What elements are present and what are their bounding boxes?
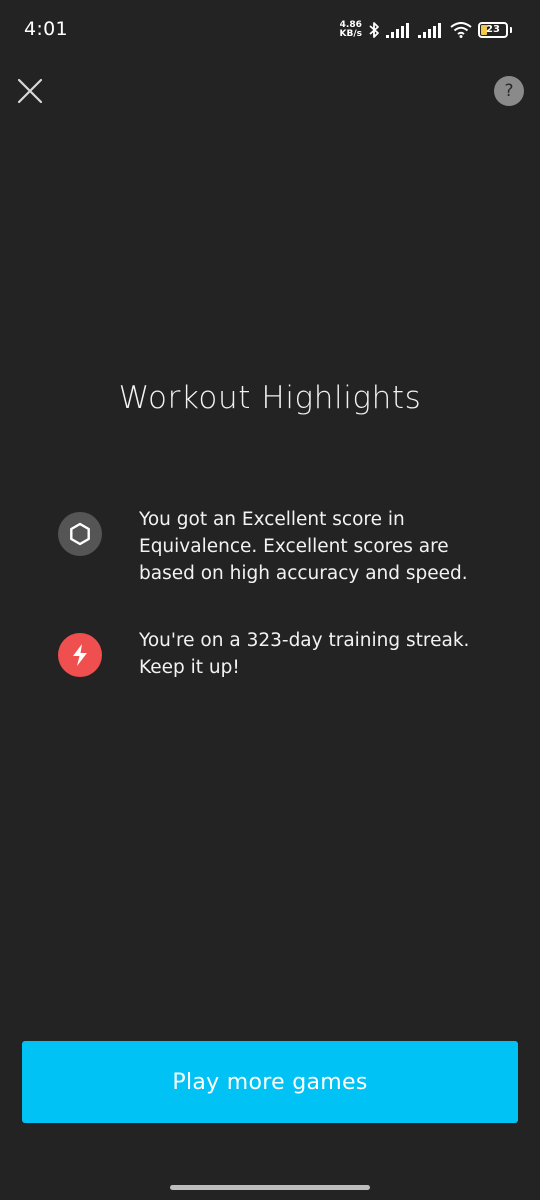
network-speed: 4.86 KB/s: [340, 21, 362, 39]
highlight-text: You're on a 323-day training streak. Kee…: [139, 630, 470, 678]
workout-highlights-screen: 4:01 4.86 KB/s 23 ? Workout Highlights Y…: [0, 0, 540, 1200]
battery-level: 23: [486, 24, 500, 35]
network-speed-unit: KB/s: [339, 29, 362, 39]
signal-icon-sim1: [386, 22, 412, 38]
highlight-item-score: You got an Excellent score in Equivalenc…: [58, 506, 478, 590]
highlight-item-streak: You're on a 323-day training streak. Kee…: [58, 627, 478, 683]
lightning-bolt-icon: [58, 633, 102, 677]
status-time: 4:01: [24, 18, 68, 40]
help-icon: ?: [504, 81, 514, 101]
battery-tip: [510, 27, 512, 33]
highlight-text: You got an Excellent score in Equivalenc…: [139, 509, 468, 584]
close-button[interactable]: [14, 75, 46, 107]
page-title: Workout Highlights: [118, 380, 422, 416]
battery-icon: 23: [478, 22, 508, 38]
status-icons: 4.86 KB/s 23: [340, 18, 512, 42]
home-indicator[interactable]: [170, 1185, 370, 1190]
hexagon-icon: [58, 512, 102, 556]
bluetooth-icon: [368, 21, 380, 39]
play-more-games-label: Play more games: [172, 1069, 368, 1095]
wifi-icon: [450, 22, 472, 38]
close-icon: [17, 78, 43, 104]
play-more-games-button[interactable]: Play more games: [22, 1041, 518, 1123]
help-button[interactable]: ?: [494, 76, 524, 106]
signal-icon-sim2: [418, 22, 444, 38]
status-bar: 4:01 4.86 KB/s 23: [0, 0, 540, 60]
